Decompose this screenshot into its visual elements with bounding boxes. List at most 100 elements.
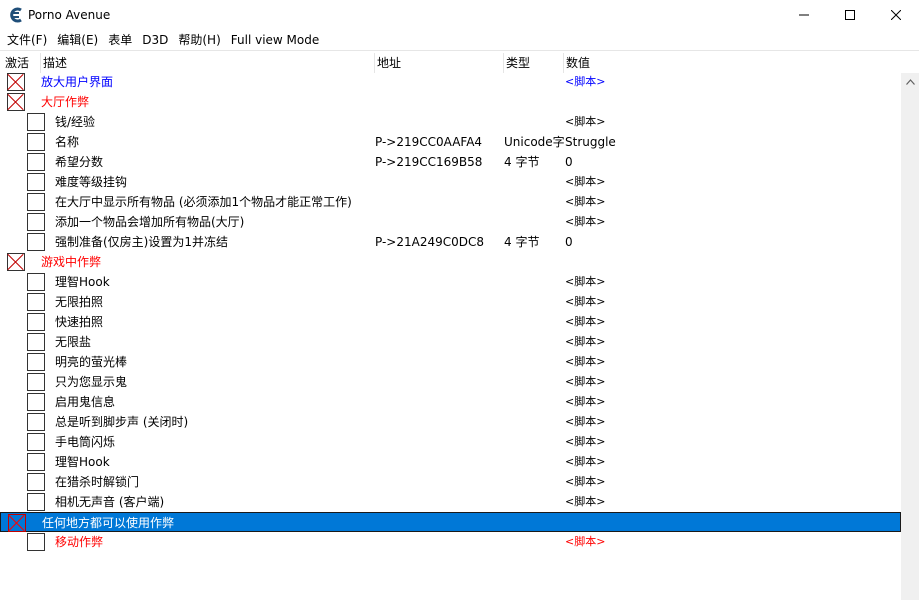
active-checkbox[interactable]	[27, 193, 45, 211]
cheat-table-list: 放大用户界面 <脚本> 大厅作弊 钱/经验 <脚本> 名称 P->219CC0AAFA4 Un…	[0, 72, 901, 600]
table-row[interactable]: 钱/经验 <脚本>	[0, 112, 901, 132]
table-row[interactable]: 明亮的萤光棒 <脚本>	[0, 352, 901, 372]
table-row[interactable]: 启用鬼信息 <脚本>	[0, 392, 901, 412]
menu-file[interactable]: 文件(F)	[2, 30, 52, 50]
menu-full-view-mode[interactable]: Full view Mode	[226, 30, 324, 50]
active-checkbox[interactable]	[27, 453, 45, 471]
menu-help[interactable]: 帮助(H)	[173, 30, 225, 50]
row-description: 无限拍照	[55, 295, 104, 309]
window-title: Porno Avenue	[28, 8, 111, 22]
active-checkbox[interactable]	[7, 93, 25, 111]
table-row[interactable]: 快速拍照 <脚本>	[0, 312, 901, 332]
active-checkbox[interactable]	[27, 313, 45, 331]
table-row[interactable]: 放大用户界面 <脚本>	[0, 72, 901, 92]
title-bar: Porno Avenue	[0, 0, 919, 30]
row-value: <脚本>	[565, 335, 606, 348]
active-checkbox[interactable]	[8, 514, 26, 532]
vertical-scrollbar[interactable]	[901, 73, 919, 600]
table-row[interactable]: 名称 P->219CC0AAFA4 Unicode字 Struggle	[0, 132, 901, 152]
active-checkbox[interactable]	[27, 433, 45, 451]
active-checkbox[interactable]	[27, 373, 45, 391]
active-checkbox[interactable]	[27, 293, 45, 311]
active-checkbox[interactable]	[7, 253, 25, 271]
row-description: 任何地方都可以使用作弊	[42, 516, 175, 530]
active-checkbox[interactable]	[27, 133, 45, 151]
column-value[interactable]: 数值	[563, 53, 590, 73]
table-row[interactable]: 强制准备(仅房主)设置为1并冻结 P->21A249C0DC8 4 字节 0	[0, 232, 901, 252]
column-description[interactable]: 描述	[40, 53, 67, 73]
table-row[interactable]: 无限盐 <脚本>	[0, 332, 901, 352]
table-row[interactable]: 希望分数 P->219CC169B58 4 字节 0	[0, 152, 901, 172]
table-row[interactable]: 相机无声音 (客户端) <脚本>	[0, 492, 901, 512]
column-type[interactable]: 类型	[503, 53, 530, 73]
active-checkbox[interactable]	[27, 213, 45, 231]
menu-table[interactable]: 表单	[103, 30, 137, 50]
row-description: 游戏中作弊	[41, 255, 102, 269]
row-address: P->219CC169B58	[375, 155, 483, 169]
active-checkbox[interactable]	[27, 493, 45, 511]
row-value: <脚本>	[565, 175, 606, 188]
active-checkbox[interactable]	[7, 73, 25, 91]
row-description: 名称	[55, 135, 80, 149]
close-button[interactable]	[873, 0, 919, 30]
row-value: <脚本>	[565, 395, 606, 408]
active-checkbox[interactable]	[27, 233, 45, 251]
row-type: 4 字节	[504, 155, 540, 169]
table-row[interactable]: 难度等级挂钩 <脚本>	[0, 172, 901, 192]
table-row[interactable]: 任何地方都可以使用作弊	[0, 512, 901, 532]
row-value: <脚本>	[565, 315, 606, 328]
menu-edit[interactable]: 编辑(E)	[52, 30, 103, 50]
row-description: 在猎杀时解锁门	[55, 475, 140, 489]
scroll-up-button[interactable]	[901, 73, 919, 90]
chevron-up-icon	[905, 78, 915, 85]
menu-d3d[interactable]: D3D	[137, 30, 173, 50]
table-row[interactable]: 在猎杀时解锁门 <脚本>	[0, 472, 901, 492]
active-checkbox[interactable]	[27, 413, 45, 431]
row-description: 希望分数	[55, 155, 104, 169]
row-value: <脚本>	[565, 115, 606, 128]
row-description: 总是听到脚步声 (关闭时)	[55, 415, 189, 429]
table-row[interactable]: 总是听到脚步声 (关闭时) <脚本>	[0, 412, 901, 432]
active-checkbox[interactable]	[27, 533, 45, 551]
active-checkbox[interactable]	[27, 273, 45, 291]
active-checkbox[interactable]	[27, 473, 45, 491]
table-row[interactable]: 大厅作弊	[0, 92, 901, 112]
active-checkbox[interactable]	[27, 333, 45, 351]
table-row[interactable]: 添加一个物品会增加所有物品(大厅) <脚本>	[0, 212, 901, 232]
table-row[interactable]: 理智Hook <脚本>	[0, 272, 901, 292]
table-row[interactable]: 在大厅中显示所有物品 (必须添加1个物品才能正常工作) <脚本>	[0, 192, 901, 212]
column-address[interactable]: 地址	[374, 53, 401, 73]
row-value: 0	[565, 155, 573, 169]
row-description: 移动作弊	[55, 535, 104, 549]
row-value: <脚本>	[565, 295, 606, 308]
table-row[interactable]: 只为您显示鬼 <脚本>	[0, 372, 901, 392]
active-checkbox[interactable]	[27, 393, 45, 411]
row-value: <脚本>	[565, 495, 606, 508]
table-row[interactable]: 移动作弊 <脚本>	[0, 532, 901, 552]
row-address: P->21A249C0DC8	[375, 235, 485, 249]
row-description: 在大厅中显示所有物品 (必须添加1个物品才能正常工作)	[55, 195, 352, 209]
active-checkbox[interactable]	[27, 153, 45, 171]
menu-separator	[0, 50, 919, 51]
row-description: 手电筒闪烁	[55, 435, 116, 449]
column-active[interactable]: 激活	[2, 53, 29, 73]
row-value: <脚本>	[565, 355, 606, 368]
active-checkbox[interactable]	[27, 353, 45, 371]
table-row[interactable]: 无限拍照 <脚本>	[0, 292, 901, 312]
maximize-button[interactable]	[827, 0, 873, 30]
row-description: 放大用户界面	[41, 75, 114, 89]
row-description: 难度等级挂钩	[55, 175, 128, 189]
row-description: 无限盐	[55, 335, 92, 349]
minimize-button[interactable]	[781, 0, 827, 30]
row-description: 快速拍照	[55, 315, 104, 329]
row-value: <脚本>	[565, 455, 606, 468]
column-header: 激活 描述 地址 类型 数值	[0, 53, 919, 73]
table-row[interactable]: 理智Hook <脚本>	[0, 452, 901, 472]
row-description: 钱/经验	[55, 115, 96, 129]
row-address: P->219CC0AAFA4	[375, 135, 483, 149]
row-value: <脚本>	[565, 475, 606, 488]
table-row[interactable]: 手电筒闪烁 <脚本>	[0, 432, 901, 452]
table-row[interactable]: 游戏中作弊	[0, 252, 901, 272]
active-checkbox[interactable]	[27, 173, 45, 191]
active-checkbox[interactable]	[27, 113, 45, 131]
